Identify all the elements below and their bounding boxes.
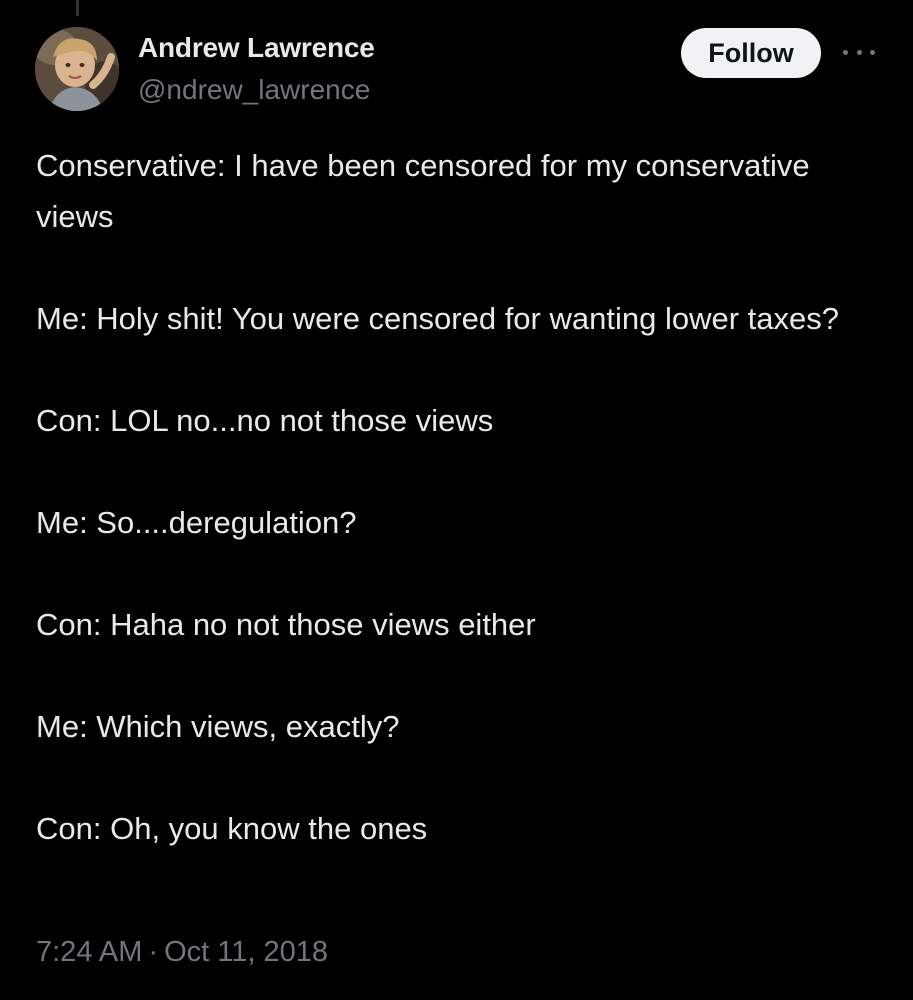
tweet-paragraph: Conservative: I have been censored for m… [36,148,810,234]
tweet-header: Andrew Lawrence @ndrew_lawrence Follow [0,0,913,130]
tweet-paragraph: Con: Oh, you know the ones [36,811,428,846]
author-handle[interactable]: @ndrew_lawrence [138,72,375,108]
tweet-timestamp[interactable]: 7:24 AM · Oct 11, 2018 [36,932,328,972]
tweet-paragraph: Con: LOL no...no not those views [36,403,494,438]
more-dot [843,49,848,55]
tweet-time: 7:24 AM [36,936,143,968]
more-options-icon[interactable] [843,40,875,64]
more-dot [870,49,875,55]
tweet-paragraph: Me: Holy shit! You were censored for wan… [36,301,839,336]
author-display-name[interactable]: Andrew Lawrence [138,30,375,66]
tweet-date: Oct 11, 2018 [164,936,328,968]
user-info: Andrew Lawrence @ndrew_lawrence [138,30,375,108]
tweet-paragraph: Me: So....deregulation? [36,505,357,540]
avatar-photo-icon [35,27,119,111]
tweet-paragraph: Me: Which views, exactly? [36,709,400,744]
more-dot [856,49,862,55]
avatar[interactable] [35,27,119,111]
follow-button[interactable]: Follow [681,28,821,78]
tweet-text: Conservative: I have been censored for m… [36,140,886,854]
tweet-paragraph: Con: Haha no not those views either [36,607,536,642]
timestamp-separator: · [148,936,159,968]
